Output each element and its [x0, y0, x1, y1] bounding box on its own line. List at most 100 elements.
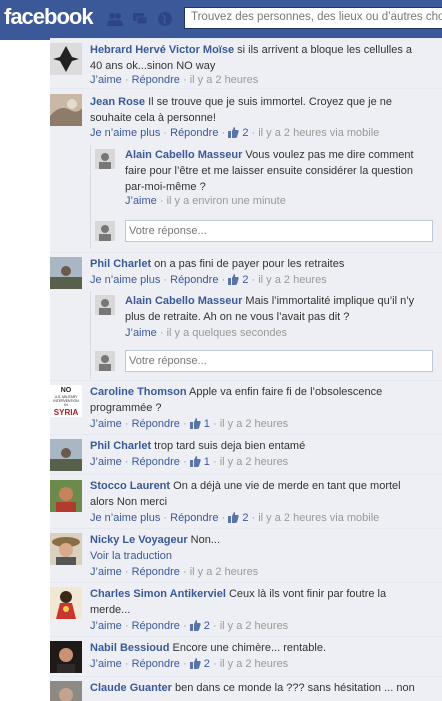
- like-count[interactable]: 2: [242, 274, 248, 286]
- see-translation-link[interactable]: Voir la traduction: [90, 550, 172, 562]
- avatar[interactable]: [50, 681, 82, 701]
- reply-button[interactable]: Répondre: [170, 274, 218, 286]
- avatar-text: IN: [64, 403, 68, 407]
- reply-button[interactable]: Répondre: [132, 418, 180, 430]
- my-avatar: [95, 351, 115, 371]
- reply-input[interactable]: Votre réponse...: [125, 220, 433, 242]
- comment-text: Nabil Bessioud Encore une chimère... ren…: [90, 642, 326, 654]
- comment-author[interactable]: Nicky Le Voyageur: [90, 534, 188, 546]
- reply-button[interactable]: Répondre: [170, 127, 218, 139]
- comment-meta: J’aime · Répondre · 2 · il y a 2 heures: [90, 658, 289, 670]
- like-count[interactable]: 2: [242, 127, 248, 139]
- reply-input[interactable]: Votre réponse...: [125, 350, 433, 372]
- reply-author[interactable]: Alain Cabello Masseur: [125, 295, 242, 307]
- comment-meta: J’aime · Répondre · il y a 2 heures: [90, 566, 259, 578]
- reply-text: Alain Cabello Masseur Mais l’immortalité…: [125, 295, 415, 323]
- comment: Phil Charlet on a pas fini de payer pour…: [50, 252, 442, 380]
- comment-author[interactable]: Phil Charlet: [90, 258, 151, 270]
- like-button[interactable]: J’aime: [90, 418, 122, 430]
- timestamp: il y a quelques secondes: [166, 327, 288, 339]
- reply-button[interactable]: Répondre: [132, 566, 180, 578]
- comment-meta: Je n’aime plus · Répondre · 2 · il y a 2…: [90, 127, 380, 139]
- top-bar: facebook Trouvez des personnes, des lieu…: [0, 0, 442, 41]
- like-button[interactable]: J’aime: [90, 74, 122, 86]
- reply-button[interactable]: Répondre: [132, 620, 180, 632]
- timestamp: il y a 2 heures via mobile: [258, 127, 380, 139]
- avatar[interactable]: [50, 94, 82, 126]
- avatar[interactable]: [50, 439, 82, 471]
- like-count[interactable]: 1: [204, 456, 210, 468]
- like-count[interactable]: 2: [204, 658, 210, 670]
- comment-text: Caroline Thomson Apple va enfin faire fi…: [90, 386, 383, 414]
- timestamp: il y a 2 heures: [219, 620, 289, 632]
- comment-meta: Je n’aime plus · Répondre · 2 · il y a 2…: [90, 512, 380, 524]
- reply-meta: J’aime · il y a environ une minute: [125, 195, 286, 207]
- like-button[interactable]: J’aime: [90, 620, 122, 632]
- timestamp: il y a 2 heures: [219, 658, 289, 670]
- avatar[interactable]: [50, 587, 82, 619]
- comment-text: Charles Simon Antikerviel Ceux là ils vo…: [90, 588, 387, 616]
- comments-feed: Hebrard Hervé Victor Moïse si ils arrive…: [50, 38, 442, 701]
- thumbs-up-icon: [228, 127, 239, 138]
- comment-author[interactable]: Charles Simon Antikerviel: [90, 588, 226, 600]
- avatar[interactable]: [50, 533, 82, 565]
- comment-text: Phil Charlet on a pas fini de payer pour…: [90, 258, 345, 270]
- thumbs-up-icon: [228, 274, 239, 285]
- comment-author[interactable]: Nabil Bessioud: [90, 642, 169, 654]
- comment-text: Stocco Laurent On a déjà une vie de merd…: [90, 480, 401, 508]
- reply-button[interactable]: Répondre: [132, 456, 180, 468]
- unlike-button[interactable]: Je n’aime plus: [90, 512, 160, 524]
- facebook-logo[interactable]: facebook: [4, 4, 94, 30]
- avatar[interactable]: [50, 257, 82, 289]
- reply-button[interactable]: Répondre: [132, 74, 180, 86]
- comment-meta: Je n’aime plus · Répondre · 2 · il y a 2…: [90, 274, 327, 286]
- timestamp: il y a 2 heures: [219, 418, 289, 430]
- timestamp: il y a 2 heures: [219, 456, 289, 468]
- like-count[interactable]: 2: [242, 512, 248, 524]
- left-margin: [0, 40, 50, 701]
- unlike-button[interactable]: Je n’aime plus: [90, 274, 160, 286]
- comment-author[interactable]: Claude Guanter: [90, 682, 172, 694]
- like-count[interactable]: 1: [204, 418, 210, 430]
- reply-button[interactable]: Répondre: [170, 512, 218, 524]
- reply-avatar[interactable]: [95, 295, 115, 315]
- like-count[interactable]: 2: [204, 620, 210, 632]
- like-button[interactable]: J’aime: [90, 658, 122, 670]
- reply-text: Alain Cabello Masseur Vous voulez pas me…: [125, 149, 414, 193]
- like-button[interactable]: J’aime: [125, 327, 157, 339]
- comment: Claude Guanter ben dans ce monde la ??? …: [50, 676, 442, 701]
- reply-avatar[interactable]: [95, 149, 115, 169]
- friends-icon[interactable]: [107, 11, 123, 27]
- messages-icon[interactable]: [132, 11, 148, 27]
- comment: Nabil Bessioud Encore une chimère... ren…: [50, 636, 442, 676]
- unlike-button[interactable]: Je n’aime plus: [90, 127, 160, 139]
- reply-author[interactable]: Alain Cabello Masseur: [125, 149, 242, 161]
- comment: Nicky Le Voyageur Non... Voir la traduct…: [50, 528, 442, 582]
- avatar[interactable]: [50, 43, 82, 75]
- like-button[interactable]: J’aime: [90, 566, 122, 578]
- comment: Phil Charlet trop tard suis deja bien en…: [50, 434, 442, 474]
- like-button[interactable]: J’aime: [125, 195, 157, 207]
- comment-author[interactable]: Phil Charlet: [90, 440, 151, 452]
- comment-author[interactable]: Caroline Thomson: [90, 386, 187, 398]
- timestamp: il y a 2 heures: [189, 566, 259, 578]
- thumbs-up-icon: [189, 456, 201, 467]
- avatar[interactable]: [50, 641, 82, 673]
- comment: NO U.S. MILITARY INTERVENTION IN SYRIA C…: [50, 380, 442, 434]
- comment-author[interactable]: Jean Rose: [90, 96, 145, 108]
- comment: Stocco Laurent On a déjà une vie de merd…: [50, 474, 442, 528]
- search-input[interactable]: Trouvez des personnes, des lieux ou d’au…: [184, 7, 442, 29]
- comment-text: Nicky Le Voyageur Non... Voir la traduct…: [90, 534, 221, 562]
- reply-button[interactable]: Répondre: [132, 658, 180, 670]
- avatar[interactable]: [50, 480, 82, 512]
- comment-text: Phil Charlet trop tard suis deja bien en…: [90, 440, 306, 452]
- avatar-text: SYRIA: [54, 408, 79, 417]
- comment: Hebrard Hervé Victor Moïse si ils arrive…: [50, 38, 442, 88]
- avatar-text: NO: [61, 387, 72, 394]
- notifications-icon[interactable]: [157, 11, 173, 27]
- comment-author[interactable]: Hebrard Hervé Victor Moïse: [90, 44, 234, 56]
- comment-author[interactable]: Stocco Laurent: [90, 480, 170, 492]
- like-button[interactable]: J’aime: [90, 456, 122, 468]
- avatar[interactable]: NO U.S. MILITARY INTERVENTION IN SYRIA: [50, 385, 82, 417]
- comment-meta: J’aime · Répondre · 1 · il y a 2 heures: [90, 418, 289, 430]
